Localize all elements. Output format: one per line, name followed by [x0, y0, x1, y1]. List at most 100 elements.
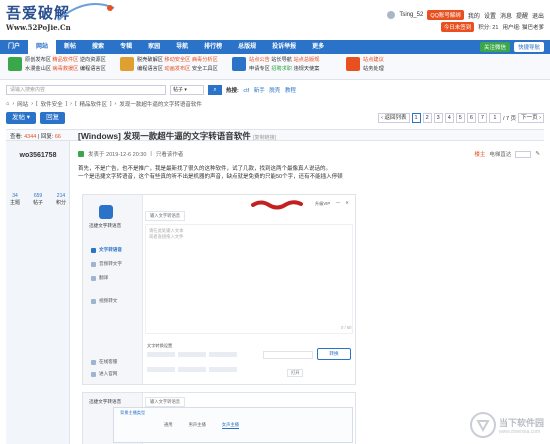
- quick-link[interactable]: 脱壳破解区: [137, 57, 163, 63]
- quick-link[interactable]: 招聘求职: [271, 66, 292, 72]
- nav-search[interactable]: 搜索: [84, 40, 112, 54]
- user-link-notify[interactable]: 提醒: [516, 11, 528, 20]
- page-button[interactable]: 1: [411, 113, 421, 123]
- reply-button[interactable]: 回复: [40, 112, 66, 124]
- quick-link[interactable]: 动画发布区: [164, 66, 190, 72]
- nav-rules[interactable]: 总版规: [230, 40, 264, 54]
- breadcrumb-item[interactable]: 软件安全: [41, 100, 63, 108]
- page-button[interactable]: 2: [422, 113, 432, 123]
- app-side-item[interactable]: 进入官网: [91, 371, 117, 377]
- vip-label[interactable]: 升级VIP: [315, 201, 330, 207]
- follow-wechat-button[interactable]: 关注微信: [479, 42, 510, 52]
- search-scope-select[interactable]: 帖子 ▾: [170, 85, 204, 95]
- quick-link[interactable]: 病毒分析区: [192, 57, 218, 63]
- quick-link[interactable]: 水漫金山区: [25, 66, 51, 72]
- convert-button[interactable]: 转换: [317, 348, 351, 360]
- nav-report[interactable]: 投诉举报: [264, 40, 304, 54]
- qq-unbind-badge[interactable]: QQ账号解绑: [427, 10, 464, 20]
- option-slot[interactable]: [178, 352, 206, 357]
- dialog-tab[interactable]: 女声主播: [221, 422, 239, 429]
- hot-link[interactable]: 脱壳: [269, 88, 280, 94]
- quick-link[interactable]: 申请专区: [249, 66, 270, 72]
- app-side-item[interactable]: 视频转文: [91, 298, 117, 304]
- user-link-messages[interactable]: 消息: [500, 11, 512, 20]
- option-slot[interactable]: [147, 352, 175, 357]
- nav-home[interactable]: 家园: [140, 40, 168, 54]
- new-post-button[interactable]: 发帖 ▾: [6, 112, 37, 124]
- quick-link[interactable]: 逆向资源区: [80, 57, 106, 63]
- hot-link[interactable]: 教程: [285, 88, 296, 94]
- quick-link[interactable]: 站点总版规: [293, 57, 319, 63]
- author-stat-posts[interactable]: 659 帖子: [33, 193, 43, 206]
- quick-link[interactable]: 精品软件区: [52, 57, 78, 63]
- app-title: 迅捷文字转语音: [89, 399, 122, 404]
- quick-link[interactable]: 移动安全区: [164, 57, 190, 63]
- signin-button[interactable]: 今日未签到: [440, 22, 475, 32]
- nav-more[interactable]: 更多: [304, 40, 332, 54]
- quick-link[interactable]: 违规天使案: [293, 66, 319, 72]
- quick-link[interactable]: 站长导航: [271, 57, 292, 63]
- hot-link[interactable]: 新手: [254, 88, 265, 94]
- nav-forum[interactable]: 网站: [28, 40, 57, 54]
- back-to-list-button[interactable]: ‹ 返回列表: [378, 113, 410, 123]
- jump-input[interactable]: [515, 150, 532, 158]
- quick-link[interactable]: 站点公告: [249, 57, 270, 63]
- nav-new-posts[interactable]: 新帖: [56, 40, 84, 54]
- search-input[interactable]: 请输入搜索内容: [6, 85, 166, 95]
- quick-link[interactable]: 安全工具区: [192, 66, 218, 72]
- nav-ranking[interactable]: 排行榜: [196, 40, 230, 54]
- page-input[interactable]: 1: [488, 113, 501, 123]
- app-side-item[interactable]: 文字转语音: [91, 247, 122, 253]
- quick-link[interactable]: 病毒救援区: [52, 66, 78, 72]
- input-tab[interactable]: 输入文字转语音: [145, 211, 186, 221]
- page-button[interactable]: 5: [455, 113, 465, 123]
- edit-icon[interactable]: ✎: [535, 151, 540, 157]
- author-stat-topics[interactable]: 34 主题: [10, 193, 20, 206]
- copy-link[interactable]: [复制链接]: [253, 135, 276, 141]
- text-input-area[interactable]: 请在此处输入文本 或者直接拖入文件: [145, 224, 353, 334]
- window-controls[interactable]: — ✕: [336, 200, 351, 205]
- option-slot[interactable]: [209, 366, 237, 372]
- app-side-item[interactable]: 音频转文字: [91, 261, 122, 267]
- app-side-item[interactable]: 翻译: [91, 275, 108, 281]
- app-side-item[interactable]: 在线客服: [91, 359, 117, 365]
- option-slot[interactable]: [178, 366, 206, 372]
- user-link-mine[interactable]: 我的: [468, 11, 480, 20]
- file-path-input[interactable]: [263, 351, 313, 359]
- nav-guide[interactable]: 导航: [168, 40, 196, 54]
- page-button[interactable]: 4: [444, 113, 454, 123]
- user-link-settings[interactable]: 设置: [484, 11, 496, 20]
- option-slot[interactable]: [147, 366, 175, 372]
- input-tab[interactable]: 输入文字转语音: [145, 397, 186, 407]
- quick-link[interactable]: 站务处理: [363, 66, 384, 73]
- search-button[interactable]: ⌕: [208, 85, 222, 95]
- username[interactable]: Tsing_52: [399, 12, 423, 18]
- only-author-link[interactable]: 只看该作者: [156, 150, 184, 158]
- quick-link[interactable]: 编程语言区: [80, 66, 106, 72]
- site-logo[interactable]: 吾爱破解 Www.52PoJie.Cn: [6, 2, 115, 32]
- user-link-logout[interactable]: 退出: [532, 11, 544, 20]
- usergroup-label[interactable]: 用户组: 猫巴老爹: [502, 23, 544, 31]
- dialog-tab[interactable]: 通用: [164, 422, 173, 429]
- page-button[interactable]: 6: [466, 113, 476, 123]
- score-label[interactable]: 积分: 21: [478, 23, 498, 31]
- hot-link[interactable]: ctf: [243, 88, 249, 94]
- author-name[interactable]: wo3561758: [6, 152, 70, 159]
- page-button[interactable]: 3: [433, 113, 443, 123]
- quick-nav-button[interactable]: 快捷导航: [513, 42, 544, 52]
- author-stat-score[interactable]: 214 积分: [56, 193, 66, 206]
- quick-link[interactable]: 编程语言区: [137, 66, 163, 72]
- breadcrumb-item[interactable]: 精品软件区: [79, 100, 107, 108]
- breadcrumb-item[interactable]: 网站: [17, 100, 28, 108]
- dialog-tab[interactable]: 男声主播: [189, 422, 206, 429]
- nav-portal[interactable]: 门户: [0, 40, 28, 54]
- next-page-button[interactable]: 下一页 ›: [518, 113, 544, 123]
- avatar[interactable]: [387, 11, 396, 19]
- home-icon[interactable]: ⌂: [6, 101, 9, 107]
- quick-link[interactable]: 站点建议: [363, 57, 384, 64]
- quick-link[interactable]: 原创发布区: [25, 57, 51, 63]
- nav-album[interactable]: 专辑: [112, 40, 140, 54]
- open-file-button[interactable]: 打开: [287, 369, 304, 377]
- page-button[interactable]: 7: [477, 113, 487, 123]
- option-slot[interactable]: [209, 352, 237, 357]
